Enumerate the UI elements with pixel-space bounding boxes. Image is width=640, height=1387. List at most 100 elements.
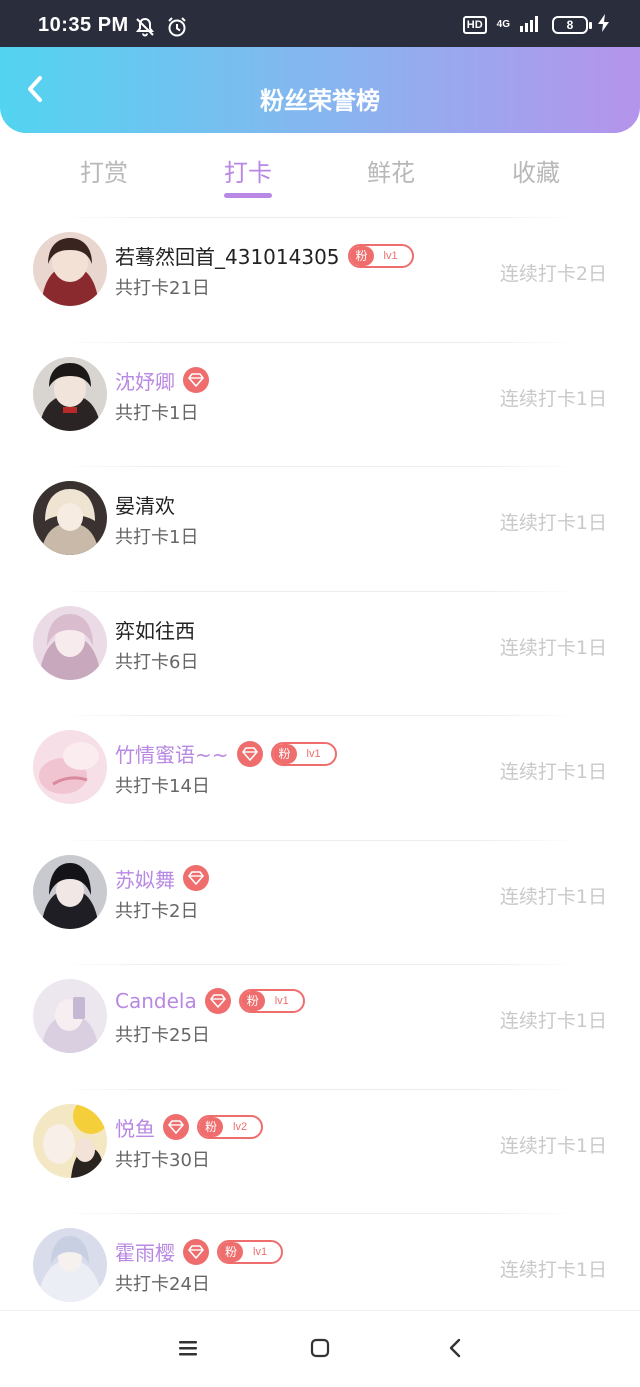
menu-icon [178, 1339, 198, 1361]
tab-flowers[interactable]: 鲜花 [331, 153, 451, 188]
avatar[interactable] [33, 481, 107, 555]
status-time: 10:35 PM [38, 14, 129, 36]
charging-icon [598, 14, 610, 36]
network-label: 4G [496, 19, 510, 30]
user-name[interactable]: Candela [115, 989, 197, 1013]
fan-level-badge: 粉 lv1 [217, 1239, 284, 1264]
divider [60, 341, 580, 343]
streak-checkins: 连续打卡1日 [499, 885, 607, 908]
tab-bar: 打赏 打卡 鲜花 收藏 [0, 133, 640, 217]
home-button[interactable] [305, 1335, 335, 1365]
divider [60, 839, 580, 841]
fan-level-badge: 粉 lv1 [270, 741, 337, 766]
fan-badge-level: lv2 [233, 1121, 248, 1133]
hd-badge: HD [462, 16, 487, 34]
tab-favorites[interactable]: 收藏 [476, 153, 596, 188]
streak-checkins: 连续打卡1日 [499, 512, 607, 534]
user-name[interactable]: 竹情蜜语~~ [115, 739, 229, 768]
list-item[interactable]: 若蓦然回首_431014305 粉 lv1 共打卡21日 连续打卡2日 [0, 217, 640, 342]
diamond-icon [183, 1238, 209, 1265]
divider [60, 466, 580, 467]
diamond-icon [183, 367, 209, 393]
user-name[interactable]: 弈如往西 [115, 615, 195, 644]
list-item[interactable]: 沈妤卿 共打卡1日 连续打卡1日 [0, 341, 640, 467]
diamond-icon [204, 988, 231, 1014]
user-name[interactable]: 沈妤卿 [115, 366, 175, 395]
divider [60, 1088, 580, 1090]
system-nav-bar [0, 1310, 640, 1387]
streak-checkins: 连续打卡2日 [499, 263, 607, 285]
tab-checkin[interactable]: 打卡 [188, 153, 308, 188]
list-item[interactable]: 弈如往西 共打卡6日 连续打卡1日 [0, 590, 640, 716]
total-checkins: 共打卡24日 [115, 1274, 210, 1295]
bell-muted-icon [134, 16, 156, 42]
tab-reward[interactable]: 打赏 [44, 153, 164, 188]
fan-badge-label: 粉 [349, 245, 374, 266]
list-item[interactable]: 苏姒舞 共打卡2日 连续打卡1日 [0, 839, 640, 965]
fan-list: 若蓦然回首_431014305 粉 lv1 共打卡21日 连续打卡2日 沈妤卿 … [0, 217, 640, 1338]
streak-checkins: 连续打卡1日 [499, 387, 607, 410]
alarm-icon [166, 16, 188, 42]
avatar[interactable] [33, 605, 107, 680]
nav-bar: 粉丝荣誉榜 [0, 47, 640, 133]
avatar[interactable] [33, 730, 107, 804]
diamond-icon [236, 740, 263, 767]
battery-indicator: 8 [552, 16, 592, 34]
list-item[interactable]: 悦鱼 粉 lv2 共打卡30日 连续打卡1日 [0, 1088, 640, 1214]
streak-checkins: 连续打卡1日 [499, 636, 607, 659]
menu-button[interactable] [173, 1335, 203, 1365]
user-name[interactable]: 晏清欢 [115, 490, 175, 519]
header-background: 10:35 PM HD 4G 8 粉丝荣誉榜 [0, 0, 640, 133]
home-square-icon [310, 1338, 330, 1362]
fan-badge-label: 粉 [219, 1241, 244, 1262]
divider [60, 1213, 580, 1214]
fan-level-badge: 粉 lv1 [347, 243, 414, 268]
total-checkins: 共打卡2日 [115, 900, 199, 922]
avatar[interactable] [33, 1228, 107, 1302]
fan-level-badge: 粉 lv1 [238, 989, 305, 1013]
system-back-button[interactable] [440, 1335, 470, 1365]
fan-badge-level: lv1 [274, 995, 289, 1007]
avatar[interactable] [33, 356, 107, 431]
page-title: 粉丝荣誉榜 [260, 87, 380, 115]
streak-checkins: 连续打卡1日 [499, 1010, 607, 1032]
streak-checkins: 连续打卡1日 [499, 1259, 607, 1281]
avatar[interactable] [33, 854, 107, 929]
fan-badge-label: 粉 [240, 991, 265, 1011]
signal-icon [520, 14, 542, 36]
total-checkins: 共打卡25日 [115, 1025, 210, 1046]
total-checkins: 共打卡6日 [115, 651, 199, 673]
total-checkins: 共打卡14日 [115, 776, 210, 797]
fan-badge-label: 粉 [199, 1117, 224, 1137]
fan-badge-level: lv1 [383, 249, 398, 262]
avatar[interactable] [33, 232, 107, 306]
back-chevron-icon [448, 1338, 462, 1362]
user-name[interactable]: 霍雨樱 [115, 1237, 175, 1266]
tab-active-indicator [224, 193, 272, 198]
avatar[interactable] [33, 1103, 107, 1178]
diamond-icon [163, 1114, 189, 1140]
fan-badge-level: lv1 [306, 747, 321, 760]
user-name[interactable]: 若蓦然回首_431014305 [115, 241, 340, 270]
avatar[interactable] [33, 979, 107, 1053]
total-checkins: 共打卡30日 [115, 1149, 210, 1171]
fan-level-badge: 粉 lv2 [197, 1115, 264, 1139]
fan-badge-label: 粉 [272, 743, 297, 764]
streak-checkins: 连续打卡1日 [499, 1134, 607, 1157]
divider [60, 715, 580, 716]
user-name[interactable]: 苏姒舞 [115, 864, 175, 893]
divider [60, 217, 580, 218]
status-bar: 10:35 PM HD 4G 8 [0, 0, 640, 47]
user-name[interactable]: 悦鱼 [115, 1113, 155, 1142]
list-item[interactable]: Candela 粉 lv1 共打卡25日 连续打卡1日 [0, 964, 640, 1089]
list-item[interactable]: 竹情蜜语~~ 粉 lv1 共打卡14日 连续打卡1日 [0, 715, 640, 840]
divider [60, 590, 580, 592]
divider [60, 964, 580, 965]
list-item[interactable]: 晏清欢 共打卡1日 连续打卡1日 [0, 466, 640, 591]
fan-badge-level: lv1 [253, 1245, 268, 1258]
total-checkins: 共打卡1日 [115, 527, 199, 548]
diamond-icon [183, 865, 209, 891]
total-checkins: 共打卡1日 [115, 402, 199, 424]
streak-checkins: 连续打卡1日 [499, 761, 607, 783]
total-checkins: 共打卡21日 [115, 278, 210, 299]
